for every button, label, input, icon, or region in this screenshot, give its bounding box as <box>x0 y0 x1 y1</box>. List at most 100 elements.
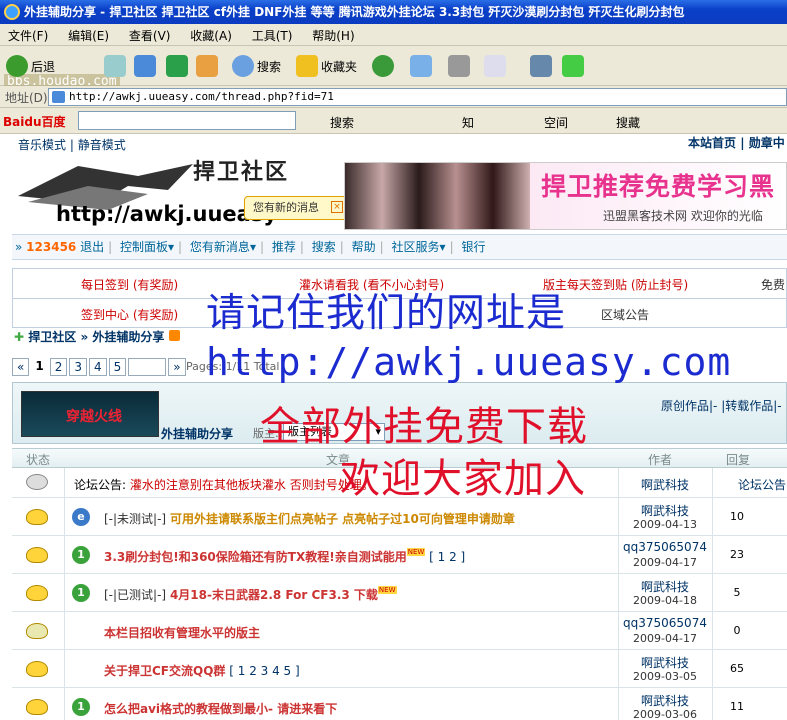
top-icon: 1 <box>72 698 90 716</box>
mail-button[interactable] <box>410 52 435 80</box>
thread-row: 1 3.3刷分封包!和360保险箱还有防TX教程!亲自测试能用NEW [ 1 2… <box>12 536 787 574</box>
new-icon: NEW <box>406 548 426 556</box>
overlay-welcome: 欢迎大家加入 <box>340 456 586 502</box>
pager-page-4[interactable]: 4 <box>88 358 107 376</box>
search-icon <box>232 55 254 77</box>
baidu-space[interactable]: 空间 <box>544 114 568 131</box>
stop-button[interactable] <box>134 52 159 80</box>
thread-pages[interactable]: [ 1 2 ] <box>429 550 465 564</box>
username[interactable]: 123456 <box>26 240 76 254</box>
thread-author[interactable]: qq375065074 <box>618 540 712 554</box>
thread-author[interactable]: 啊武科技 <box>618 654 712 671</box>
pager-page-2[interactable]: 2 <box>49 358 68 376</box>
thread-row: 1 [-|已测试|-] 4月18-末日武器2.8 For CF3.3 下载NEW… <box>12 574 787 612</box>
thread-title[interactable]: 4月18-末日武器2.8 For CF3.3 下载 <box>170 588 378 602</box>
home-button[interactable] <box>196 52 221 80</box>
search-link[interactable]: 搜索 <box>312 240 336 254</box>
pager-prev[interactable]: « <box>12 358 30 376</box>
extra-button[interactable] <box>562 52 587 80</box>
thread-pages[interactable]: [ 1 2 3 4 5 ] <box>229 664 299 678</box>
ad-banner[interactable]: 捍卫推荐免费学习黑 迅盟黑客技术网 欢迎你的光临 <box>344 162 787 230</box>
thread-author[interactable]: 啊武科技 <box>618 578 712 595</box>
history-button[interactable] <box>372 52 397 80</box>
edit-button[interactable] <box>484 52 509 80</box>
notice-checkin-center[interactable]: 签到中心 (有奖励) <box>81 306 178 323</box>
thread-row: 关于捍卫CF交流QQ群 [ 1 2 3 4 5 ] 啊武科技 2009-03-0… <box>12 650 787 688</box>
refresh-button[interactable] <box>166 52 191 80</box>
mode-links: 音乐模式 | 静音模式 <box>18 138 126 152</box>
search-button[interactable]: 搜索 <box>232 52 281 80</box>
mail-icon <box>410 55 432 77</box>
thread-row: 本栏目招收有管理水平的版主 qq375065074 2009-04-17 0 <box>12 612 787 650</box>
baidu-knowledge[interactable]: 知 <box>462 114 474 131</box>
home-icon <box>196 55 218 77</box>
notice-checkin[interactable]: 每日签到 (有奖励) <box>81 276 178 293</box>
thread-date: 2009-03-05 <box>633 670 697 683</box>
thread-title[interactable]: 3.3刷分封包!和360保险箱还有防TX教程!亲自测试能用 <box>104 550 407 564</box>
address-label: 地址(D) <box>5 91 48 105</box>
menu-tools[interactable]: 工具(T) <box>244 24 301 47</box>
folder-icon <box>26 623 48 639</box>
forward-button[interactable] <box>104 52 129 80</box>
menu-edit[interactable]: 编辑(E) <box>60 24 117 47</box>
notice-text[interactable]: 灌水的注意别在其他板块灌水 否则封号处理。 <box>130 478 374 492</box>
control-panel-link[interactable]: 控制面板 <box>120 240 168 254</box>
address-input[interactable]: http://awkj.uueasy.com/thread.php?fid=71 <box>48 88 787 106</box>
pager-input[interactable] <box>128 358 167 376</box>
chevron-down-icon: ▾ <box>439 240 446 254</box>
notice-author[interactable]: 啊武科技 <box>618 476 712 493</box>
pager-next[interactable]: » <box>168 358 186 376</box>
breadcrumb-forum[interactable]: 外挂辅助分享 <box>92 330 164 344</box>
banner-title: 捍卫推荐免费学习黑 <box>541 172 776 201</box>
menu-favorites[interactable]: 收藏(A) <box>182 24 240 47</box>
thread-title[interactable]: 本栏目招收有管理水平的版主 <box>104 626 260 640</box>
folder-icon <box>26 547 48 563</box>
messenger-button[interactable] <box>530 52 555 80</box>
medal-link[interactable]: 勋章中 <box>749 136 785 150</box>
thread-date: 2009-03-06 <box>633 708 697 720</box>
folder-icon <box>26 585 48 601</box>
baidu-logo: Baidu百度 <box>3 115 66 129</box>
notice-free[interactable]: 免费 <box>761 276 785 293</box>
new-message-tooltip[interactable]: 您有新的消息 × <box>244 196 348 220</box>
community-service-link[interactable]: 社区服务 <box>392 240 440 254</box>
forum-image: 穿越火线 <box>21 391 159 437</box>
help-link[interactable]: 帮助 <box>352 240 376 254</box>
home-link[interactable]: 本站首页 <box>688 136 736 150</box>
messenger-icon <box>530 55 552 77</box>
forum-tabs[interactable]: 原创作品|- |转载作品|- <box>661 397 782 414</box>
logout-link[interactable]: 退出 <box>80 240 104 254</box>
pager-page-5[interactable]: 5 <box>108 358 127 376</box>
thread-author[interactable]: qq375065074 <box>618 616 712 630</box>
baidu-search-button[interactable]: 搜索 <box>330 114 354 131</box>
breadcrumb-home[interactable]: 捍卫社区 <box>28 330 76 344</box>
bank-link[interactable]: 银行 <box>461 240 485 254</box>
rss-icon[interactable] <box>168 330 180 341</box>
baidu-toolbar: Baidu百度 搜索 知 空间 搜藏 <box>0 108 787 134</box>
static-mode-link[interactable]: 静音模式 <box>78 138 126 152</box>
back-button[interactable]: 后退 <box>6 52 55 80</box>
menu-help[interactable]: 帮助(H) <box>304 24 362 47</box>
menu-view[interactable]: 查看(V) <box>121 24 179 47</box>
pager-page-3[interactable]: 3 <box>69 358 87 376</box>
stop-icon <box>134 55 156 77</box>
page-icon <box>52 91 65 103</box>
thread-title[interactable]: 怎么把avi格式的教程做到最小- 请进来看下 <box>104 702 337 716</box>
print-button[interactable] <box>448 52 473 80</box>
baidu-search-input[interactable] <box>78 111 296 130</box>
notice-region[interactable]: 区域公告 <box>601 306 649 323</box>
music-mode-link[interactable]: 音乐模式 <box>18 138 66 152</box>
breadcrumb: ✚ 捍卫社区 » 外挂辅助分享 <box>14 328 180 345</box>
favorites-button[interactable]: 收藏夹 <box>296 52 357 80</box>
thread-author[interactable]: 啊武科技 <box>618 502 712 519</box>
thread-title[interactable]: 关于捍卫CF交流QQ群 <box>104 664 225 678</box>
close-icon[interactable]: × <box>331 201 343 213</box>
user-icon: » <box>15 240 23 254</box>
baidu-collect[interactable]: 搜藏 <box>616 114 640 131</box>
recommend-link[interactable]: 推荐 <box>272 240 296 254</box>
menu-file[interactable]: 文件(F) <box>0 24 56 47</box>
new-message-link[interactable]: 您有新消息 <box>190 240 250 254</box>
thread-author[interactable]: 啊武科技 <box>618 692 712 709</box>
notice-last[interactable]: 论坛公告 <box>732 476 787 493</box>
thread-title[interactable]: 可用外挂请联系版主们点亮帖子 点亮帖子过10可向管理申请勋章 <box>170 512 515 526</box>
